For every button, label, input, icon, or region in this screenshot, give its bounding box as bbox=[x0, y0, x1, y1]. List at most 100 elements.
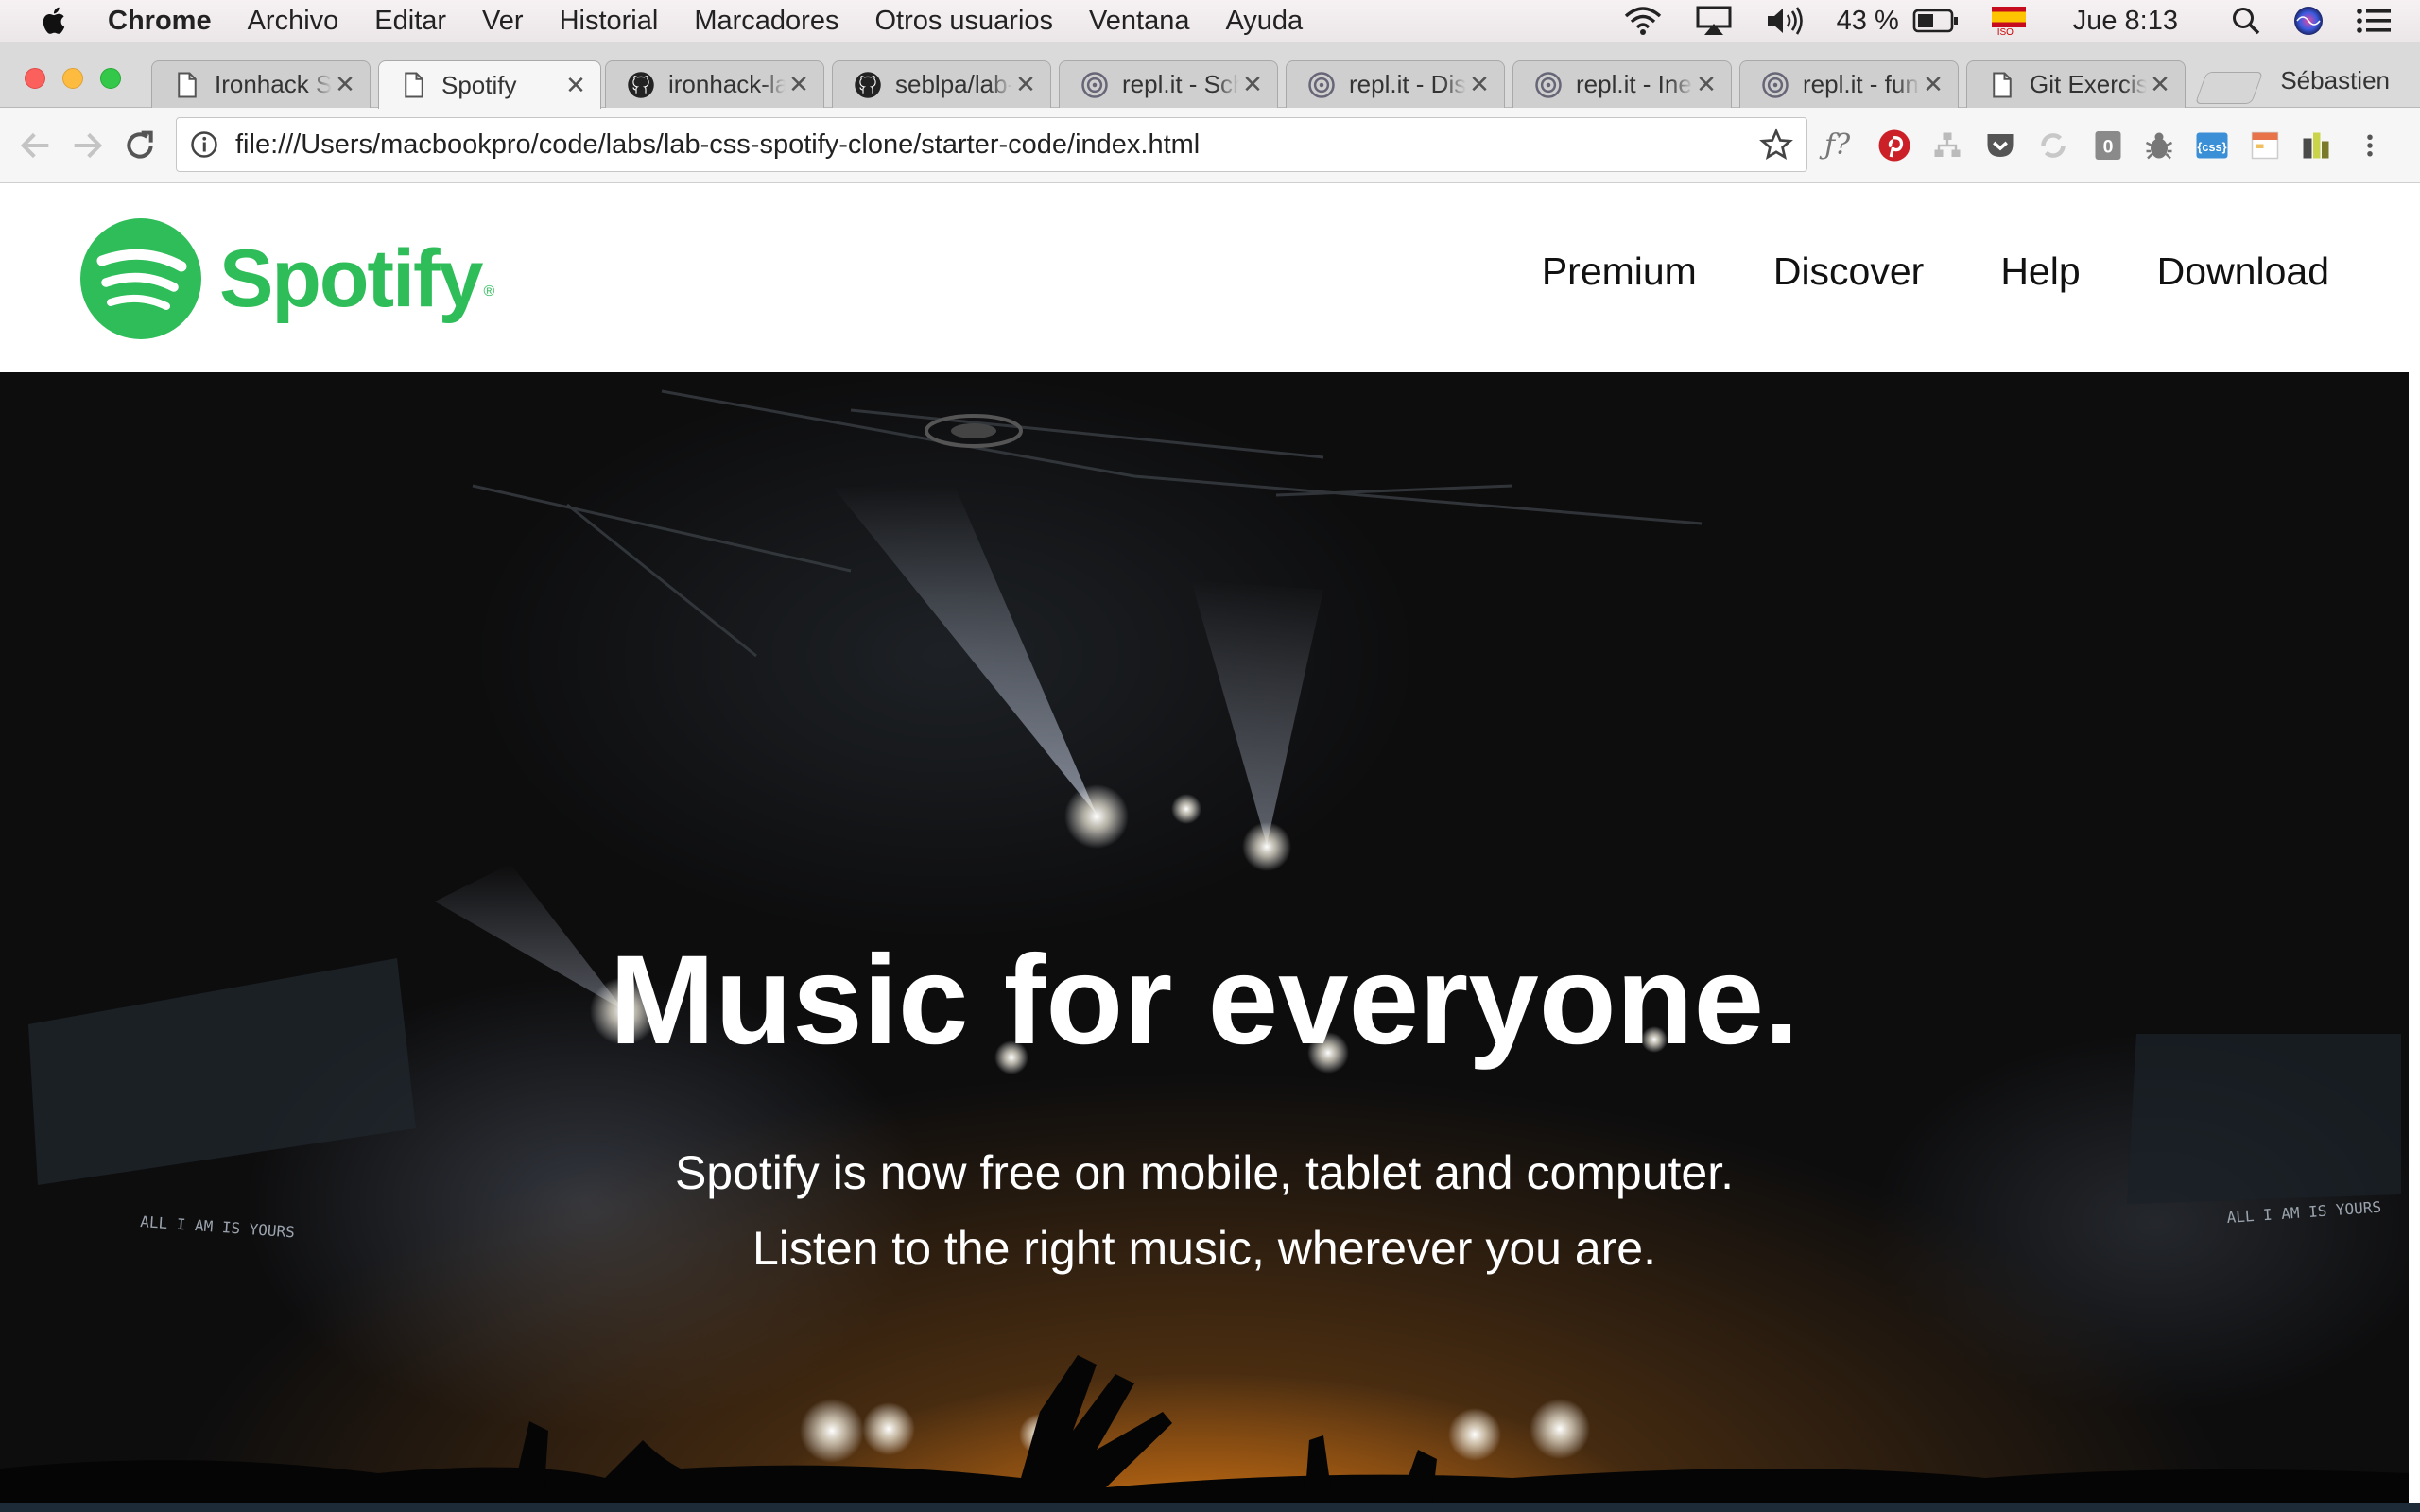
spotify-icon bbox=[80, 218, 201, 339]
tab-title: Git Exercise bbox=[2030, 70, 2147, 98]
menu-marcadores[interactable]: Marcadores bbox=[694, 6, 838, 37]
tab-title: repl.it - Schedule bbox=[1122, 70, 1239, 98]
tab-seblpa-lab[interactable]: seblpa/lab-css ✕ bbox=[832, 60, 1051, 108]
input-source-flag[interactable]: ISO bbox=[1991, 5, 2026, 38]
close-tab-icon[interactable]: ✕ bbox=[332, 70, 358, 99]
menu-historial[interactable]: Historial bbox=[560, 6, 659, 37]
apple-icon[interactable] bbox=[38, 4, 72, 38]
wifi-icon[interactable] bbox=[1623, 5, 1663, 37]
url-text[interactable]: file:///Users/macbookpro/code/labs/lab-c… bbox=[235, 129, 1759, 161]
window-edge bbox=[2409, 183, 2420, 1512]
hero-subtitle-line-1: Spotify is now free on mobile, tablet an… bbox=[674, 1146, 1735, 1199]
chrome-menu-icon[interactable] bbox=[2356, 129, 2384, 163]
hero-subtitle-line-2: Listen to the right music, wherever you … bbox=[752, 1222, 1656, 1275]
notification-center-icon[interactable] bbox=[2356, 7, 2392, 35]
nav-premium[interactable]: Premium bbox=[1542, 249, 1697, 294]
hero-section: ALL I AM IS YOURS ALL I AM IS YOURS Musi… bbox=[0, 372, 2409, 1503]
replit-icon bbox=[1535, 71, 1562, 98]
replit-icon bbox=[1308, 71, 1335, 98]
registered-mark: ® bbox=[483, 284, 495, 300]
tab-replit-schedule[interactable]: repl.it - Schedule ✕ bbox=[1059, 60, 1278, 108]
profile-button[interactable]: Sébastien bbox=[2280, 66, 2390, 95]
menu-bar: Chrome Archivo Editar Ver Historial Marc… bbox=[0, 0, 2420, 42]
nav-download[interactable]: Download bbox=[2157, 249, 2329, 294]
tab-ironhack-students[interactable]: Ironhack Students ✕ bbox=[151, 60, 371, 108]
close-tab-icon[interactable]: ✕ bbox=[786, 70, 812, 99]
forward-icon[interactable] bbox=[68, 127, 106, 164]
input-source-label: ISO bbox=[1996, 27, 2014, 38]
menu-otros-usuarios[interactable]: Otros usuarios bbox=[874, 6, 1053, 37]
highlighter-extension-icon[interactable] bbox=[2299, 129, 2333, 163]
battery-percent: 43 % bbox=[1836, 5, 1899, 36]
back-icon[interactable] bbox=[17, 127, 55, 164]
spain-flag-icon bbox=[1991, 7, 2026, 27]
volume-icon[interactable] bbox=[1765, 5, 1805, 37]
close-tab-icon[interactable]: ✕ bbox=[1693, 70, 1720, 99]
close-tab-icon[interactable]: ✕ bbox=[562, 71, 589, 100]
menu-app-chrome[interactable]: Chrome bbox=[108, 6, 212, 37]
reload-icon[interactable] bbox=[121, 127, 159, 164]
site-header: Spotify ® Premium Discover Help Download bbox=[0, 183, 2409, 372]
tab-title: ironhack-labs bbox=[668, 70, 786, 98]
menu-editar[interactable]: Editar bbox=[374, 6, 446, 37]
menu-ayuda[interactable]: Ayuda bbox=[1225, 6, 1303, 37]
tab-git-exercise[interactable]: Git Exercise ✕ bbox=[1966, 60, 2186, 108]
tab-ironhack-labs[interactable]: ironhack-labs ✕ bbox=[605, 60, 824, 108]
page-icon bbox=[178, 72, 197, 97]
fontface-extension-icon[interactable]: ƒ? bbox=[1824, 129, 1858, 163]
page-icon bbox=[1993, 72, 2012, 97]
replit-icon bbox=[1081, 71, 1108, 98]
counter-extension-icon[interactable]: 0 bbox=[2091, 129, 2125, 163]
tab-title: Spotify bbox=[441, 70, 517, 99]
bookmark-star-icon[interactable] bbox=[1759, 128, 1793, 162]
web-page: Spotify® Premium Discover Help Download bbox=[0, 183, 2420, 1512]
zoom-window-button[interactable] bbox=[100, 68, 121, 89]
menu-archivo[interactable]: Archivo bbox=[248, 6, 339, 37]
menu-ver[interactable]: Ver bbox=[482, 6, 524, 37]
close-tab-icon[interactable]: ✕ bbox=[2147, 70, 2173, 99]
stage-screen-text-right: ALL I AM IS YOURS bbox=[2226, 1198, 2382, 1227]
info-icon[interactable] bbox=[190, 130, 218, 159]
calendar-extension-icon[interactable] bbox=[2248, 129, 2282, 163]
new-tab-button[interactable] bbox=[2194, 72, 2264, 104]
css-viewer-icon[interactable]: {css} bbox=[2195, 129, 2229, 163]
menu-ventana[interactable]: Ventana bbox=[1089, 6, 1189, 37]
bug-extension-icon[interactable] bbox=[2142, 129, 2176, 163]
airplay-icon[interactable] bbox=[1695, 5, 1733, 37]
tab-title: repl.it - Inex bbox=[1576, 70, 1693, 98]
tab-title: Ironhack Students bbox=[215, 70, 332, 98]
github-icon bbox=[855, 71, 881, 98]
site-nav: Premium Discover Help Download bbox=[1465, 249, 2329, 294]
nav-help[interactable]: Help bbox=[2000, 249, 2080, 294]
github-icon bbox=[628, 71, 654, 98]
close-window-button[interactable] bbox=[25, 68, 45, 89]
svg-text:0: 0 bbox=[2103, 137, 2114, 158]
tab-strip: Ironhack Students ✕ Spotify ✕ ironhack-l… bbox=[0, 42, 2420, 109]
close-tab-icon[interactable]: ✕ bbox=[1920, 70, 1946, 99]
siri-icon[interactable] bbox=[2293, 6, 2324, 36]
tab-replit-inex[interactable]: repl.it - Inex ✕ bbox=[1512, 60, 1732, 108]
sync-extension-icon[interactable] bbox=[2036, 129, 2070, 163]
hierarchy-extension-icon[interactable] bbox=[1930, 129, 1964, 163]
clock[interactable]: Jue 8:13 bbox=[2073, 6, 2178, 37]
close-tab-icon[interactable]: ✕ bbox=[1466, 70, 1493, 99]
address-bar[interactable]: file:///Users/macbookpro/code/labs/lab-c… bbox=[176, 117, 1807, 172]
spotify-logo[interactable]: Spotify ® bbox=[79, 217, 494, 340]
tab-replit-functions[interactable]: repl.it - functions ✕ bbox=[1739, 60, 1959, 108]
tab-title: seblpa/lab-css bbox=[895, 70, 1012, 98]
close-tab-icon[interactable]: ✕ bbox=[1012, 70, 1039, 99]
tab-spotify[interactable]: Spotify ✕ bbox=[378, 60, 601, 109]
minimize-window-button[interactable] bbox=[62, 68, 83, 89]
spotlight-search-icon[interactable] bbox=[2231, 6, 2261, 36]
hero-title: Music for everyone. bbox=[609, 930, 1800, 1071]
replit-icon bbox=[1762, 71, 1789, 98]
nav-discover[interactable]: Discover bbox=[1773, 249, 1924, 294]
status-area: 43 % ISO Jue 8:13 bbox=[1623, 0, 2420, 42]
pinterest-icon[interactable] bbox=[1877, 129, 1911, 163]
battery-icon[interactable] bbox=[1912, 8, 1960, 34]
tab-replit-discount[interactable]: repl.it - Discount ✕ bbox=[1286, 60, 1505, 108]
pocket-icon[interactable] bbox=[1983, 129, 2017, 163]
close-tab-icon[interactable]: ✕ bbox=[1239, 70, 1266, 99]
page-icon bbox=[405, 72, 424, 98]
tab-title: repl.it - Discount bbox=[1349, 70, 1466, 98]
